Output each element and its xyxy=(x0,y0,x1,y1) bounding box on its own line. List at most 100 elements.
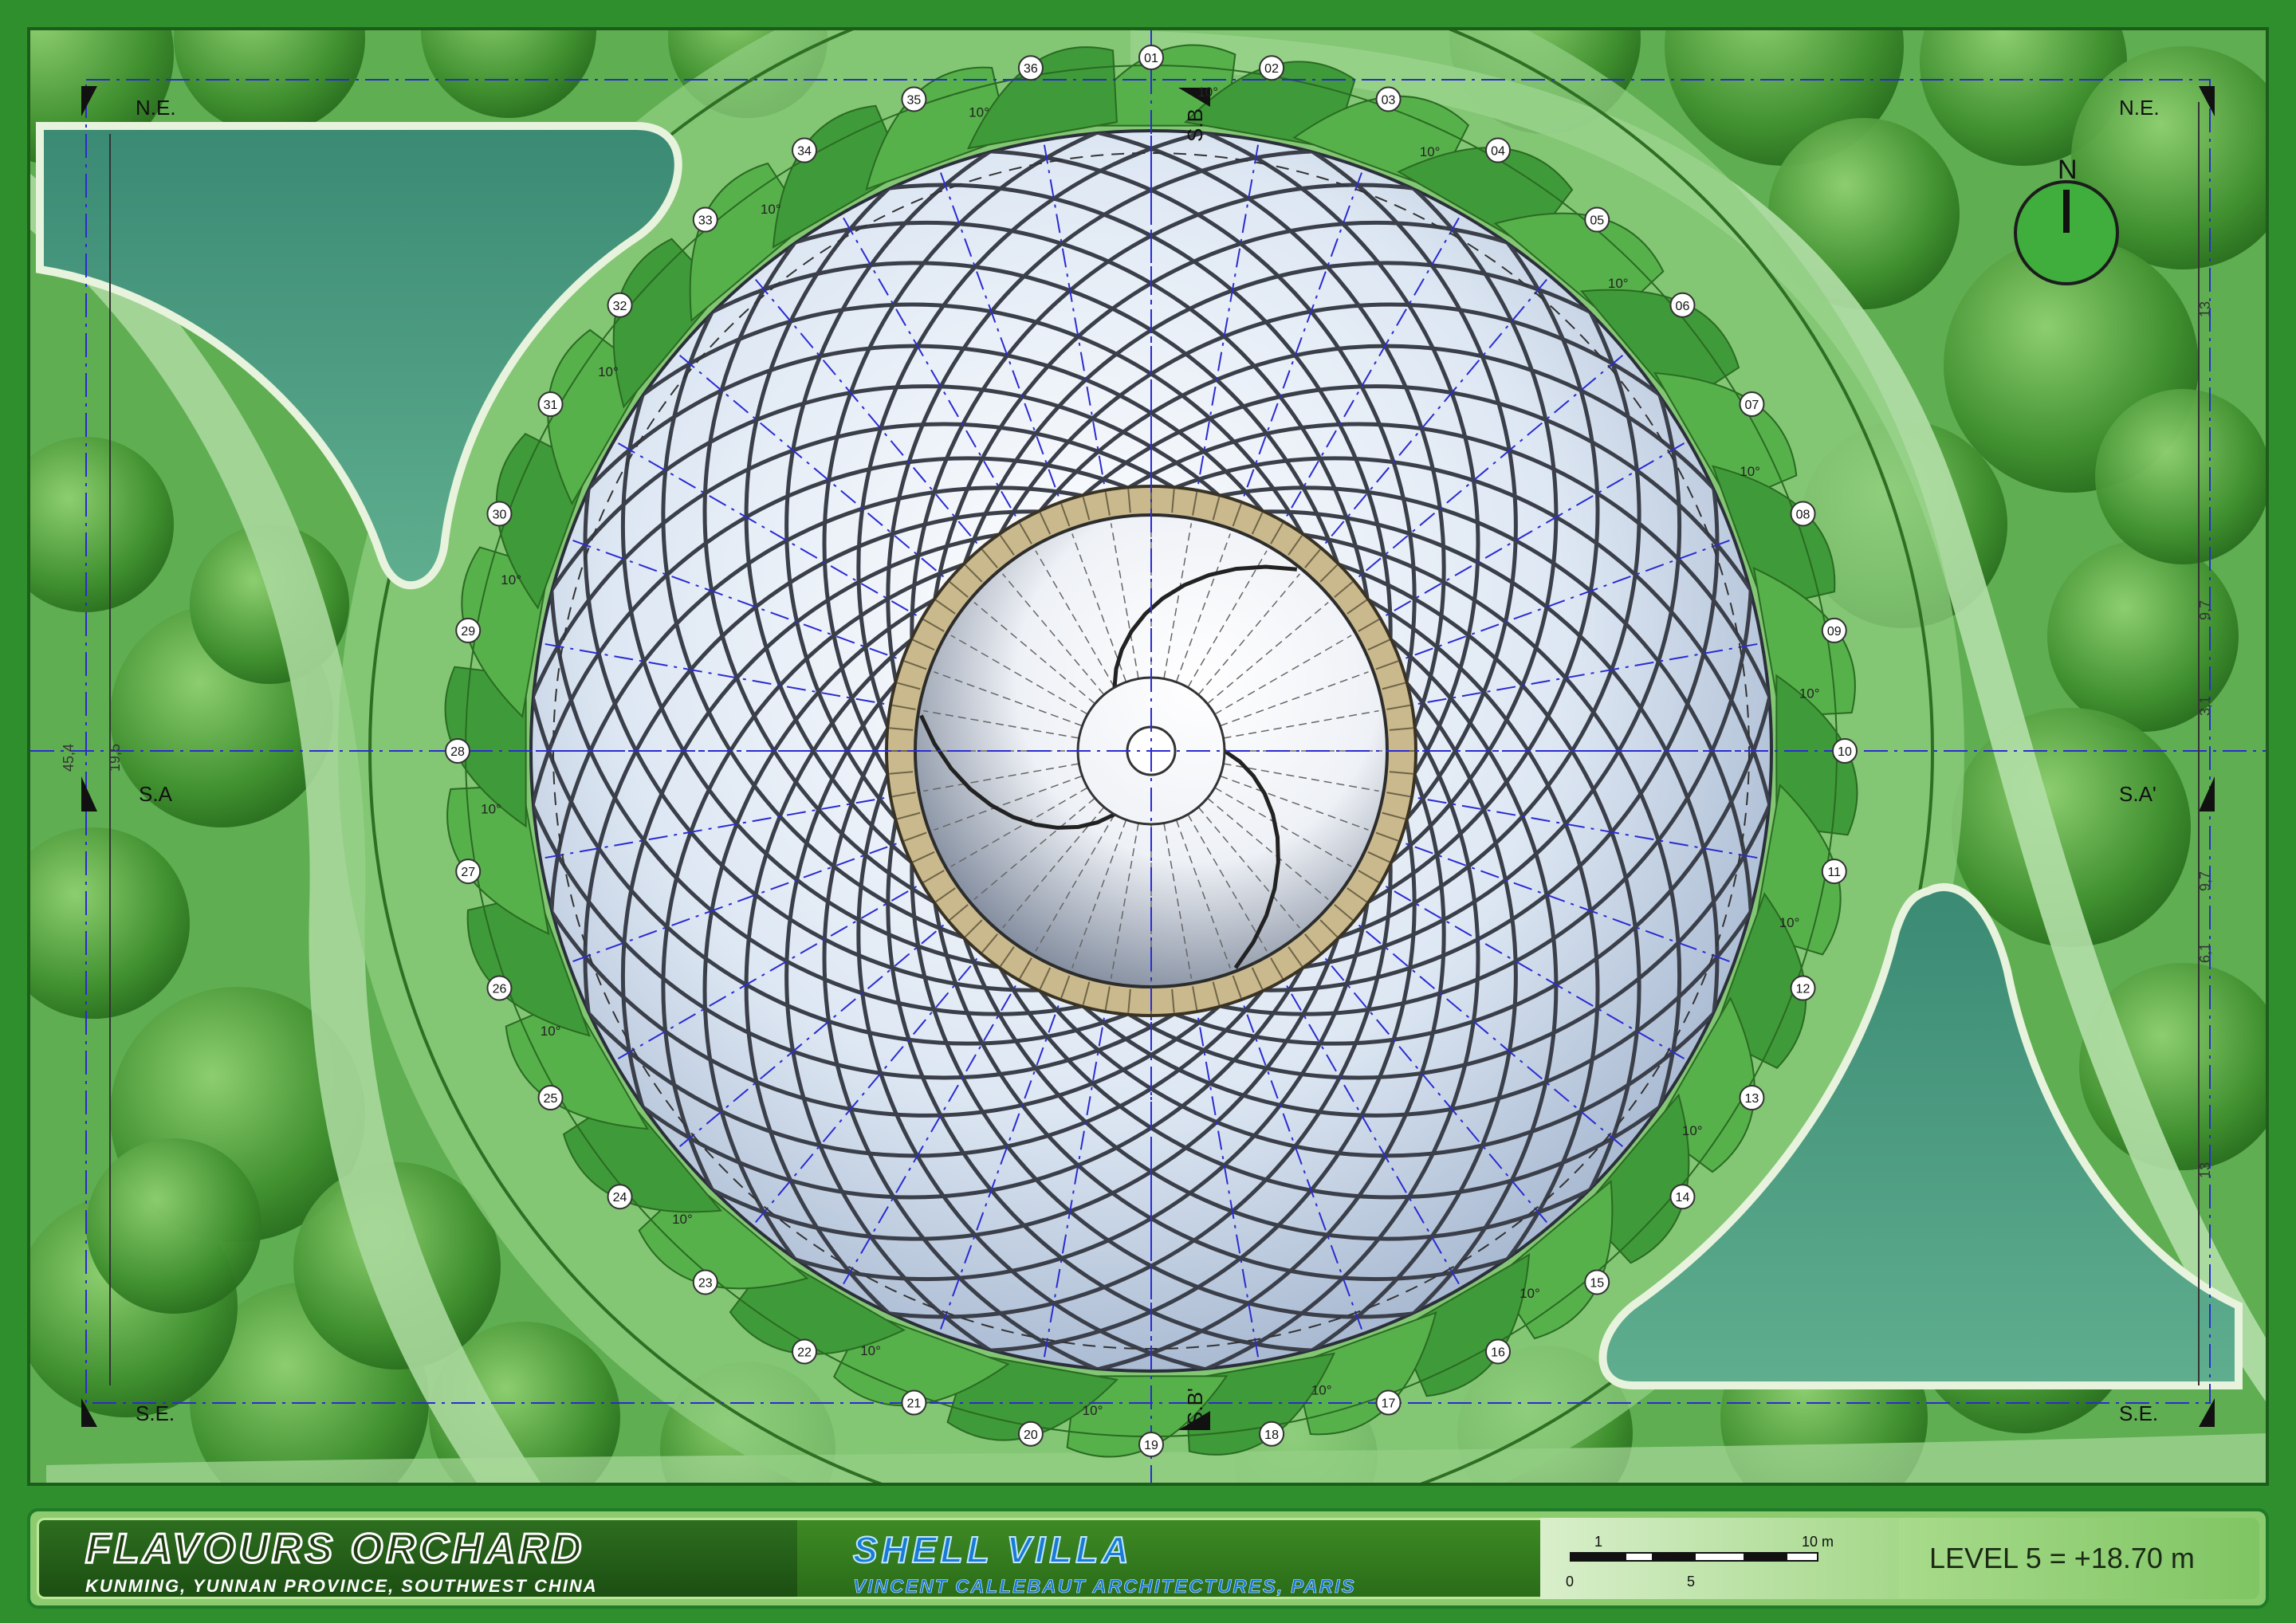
axis-bubble: 03 xyxy=(1375,86,1402,112)
axis-bubble: 29 xyxy=(455,617,482,643)
axis-bubble-label: 16 xyxy=(1491,1346,1505,1359)
bay-angle-label: 10° xyxy=(598,364,619,379)
axis-bubble: 05 xyxy=(1584,206,1610,233)
axis-bubble-label: 36 xyxy=(1024,62,1038,76)
axis-bubble-label: 24 xyxy=(613,1191,627,1204)
axis-bubble: 12 xyxy=(1790,975,1816,1001)
axis-bubble: 35 xyxy=(901,86,927,112)
tree-canopy xyxy=(2095,389,2266,564)
axis-bubble-label: 28 xyxy=(450,745,465,759)
axis-bubble-label: 11 xyxy=(1827,866,1841,879)
axis-bubble-label: 10 xyxy=(1838,745,1852,759)
bay-angle-label: 10° xyxy=(1520,1286,1540,1301)
axis-bubble: 34 xyxy=(792,137,817,163)
axis-bubble: 11 xyxy=(1821,859,1847,885)
axis-bubble-label: 25 xyxy=(544,1092,558,1106)
axis-bubble: 19 xyxy=(1138,1432,1164,1457)
corner-label: S.E. xyxy=(136,1401,175,1425)
axis-bubble-label: 07 xyxy=(1745,399,1759,412)
bay-angle-label: 10° xyxy=(1779,915,1800,930)
dimension-label: 9,7 xyxy=(2197,600,2213,620)
axis-bubble: 14 xyxy=(1669,1184,1696,1210)
bay-angle-label: 10° xyxy=(969,104,989,120)
axis-bubble: 02 xyxy=(1259,55,1285,81)
axis-bubble-label: 29 xyxy=(461,625,475,639)
dimension-label: 6,1 xyxy=(2197,943,2213,963)
axis-bubble-label: 08 xyxy=(1796,508,1810,521)
dimension-label: 9,7 xyxy=(2197,871,2213,891)
axis-bubble: 28 xyxy=(445,738,470,764)
dimension-label: 13 xyxy=(2197,301,2213,317)
axis-bubble: 13 xyxy=(1739,1085,1765,1110)
axis-bubble: 07 xyxy=(1739,391,1765,417)
bay-angle-label: 10° xyxy=(1311,1383,1332,1398)
building-cell: SHELL VILLA VINCENT CALLEBAUT ARCHITECTU… xyxy=(797,1518,1540,1599)
building-title: SHELL VILLA xyxy=(852,1528,1133,1571)
bay-angle-label: 10° xyxy=(541,1024,561,1039)
axis-bubble-label: 03 xyxy=(1382,93,1396,107)
axis-bubble: 36 xyxy=(1017,55,1044,81)
level-cell: LEVEL 5 = +18.70 m xyxy=(1899,1518,2259,1599)
corner-label: N.E. xyxy=(2119,96,2160,120)
axis-bubble: 32 xyxy=(607,292,633,318)
axis-bubble-label: 01 xyxy=(1144,52,1158,65)
axis-bubble: 08 xyxy=(1790,501,1816,527)
level-label: LEVEL 5 = +18.70 m xyxy=(1929,1542,2195,1574)
corner-label: S.E. xyxy=(2119,1401,2158,1425)
axis-bubble-label: 19 xyxy=(1144,1439,1158,1452)
dimension-label: 45,4 xyxy=(61,744,77,772)
axis-bubble: 18 xyxy=(1259,1421,1285,1447)
axis-bubble-label: 27 xyxy=(461,866,475,879)
plan-drawing: S.A S.A' S.B S.B' N.E. N.E. S.E. S.E. 45… xyxy=(30,30,2266,1483)
axis-bubble-label: 34 xyxy=(797,145,812,159)
scale-label-1: 1 xyxy=(1594,1534,1603,1550)
section-label: S.A xyxy=(139,782,173,806)
architect-name: VINCENT CALLEBAUT ARCHITECTURES, PARIS xyxy=(853,1576,1356,1598)
axis-bubble: 16 xyxy=(1485,1338,1511,1365)
site-plan: S.A S.A' S.B S.B' N.E. N.E. S.E. S.E. 45… xyxy=(27,27,2269,1486)
axis-bubble-label: 02 xyxy=(1264,62,1279,76)
scale-cell: 0 1 5 10 m xyxy=(1540,1518,1899,1599)
axis-bubble: 26 xyxy=(486,975,513,1001)
axis-bubble-label: 20 xyxy=(1024,1428,1038,1442)
axis-bubble: 31 xyxy=(537,391,564,417)
axis-bubble-label: 18 xyxy=(1264,1428,1279,1442)
project-cell: FLAVOURS ORCHARD KUNMING, YUNNAN PROVINC… xyxy=(37,1518,802,1599)
axis-bubble-label: 26 xyxy=(493,983,507,996)
axis-bubble-label: 31 xyxy=(544,399,558,412)
axis-bubble-label: 15 xyxy=(1590,1276,1604,1290)
axis-bubble-label: 30 xyxy=(493,508,507,521)
axis-bubble-label: 32 xyxy=(613,300,627,313)
dimension-label: 19,5 xyxy=(107,744,123,772)
axis-bubble-label: 14 xyxy=(1676,1191,1690,1204)
corner-label: N.E. xyxy=(136,96,176,120)
axis-bubble-label: 06 xyxy=(1676,300,1690,313)
axis-bubble-label: 33 xyxy=(698,214,713,228)
bay-angle-label: 10° xyxy=(761,202,781,217)
bay-angle-label: 10° xyxy=(1740,464,1760,479)
bay-angle-label: 10° xyxy=(1682,1123,1703,1138)
axis-bubble-label: 21 xyxy=(907,1397,922,1411)
bay-angle-label: 10° xyxy=(672,1212,693,1227)
axis-bubble: 22 xyxy=(792,1338,817,1365)
scale-label-10: 10 m xyxy=(1802,1534,1834,1550)
axis-bubble: 17 xyxy=(1375,1389,1402,1416)
axis-bubble: 09 xyxy=(1821,617,1847,643)
drawing-frame: S.A S.A' S.B S.B' N.E. N.E. S.E. S.E. 45… xyxy=(0,0,2296,1623)
axis-bubble: 15 xyxy=(1584,1269,1610,1295)
section-label: S.B' xyxy=(1183,1388,1207,1425)
tree-canopy xyxy=(86,1138,261,1314)
axis-bubble: 23 xyxy=(692,1269,718,1295)
axis-bubble: 24 xyxy=(607,1184,633,1210)
bay-angle-label: 10° xyxy=(501,572,521,588)
dimension-label: 3,1 xyxy=(2197,696,2213,716)
scale-bar xyxy=(1570,1552,1818,1562)
project-title: FLAVOURS ORCHARD xyxy=(84,1525,585,1574)
section-marker-sb-bottom: S.B' xyxy=(1178,1388,1210,1430)
axis-bubble-label: 13 xyxy=(1745,1092,1759,1106)
north-label: N xyxy=(2058,155,2078,185)
axis-bubble: 04 xyxy=(1485,137,1511,163)
axis-bubble-label: 23 xyxy=(698,1276,713,1290)
project-location: KUNMING, YUNNAN PROVINCE, SOUTHWEST CHIN… xyxy=(85,1576,598,1596)
axis-bubble-label: 17 xyxy=(1382,1397,1396,1411)
